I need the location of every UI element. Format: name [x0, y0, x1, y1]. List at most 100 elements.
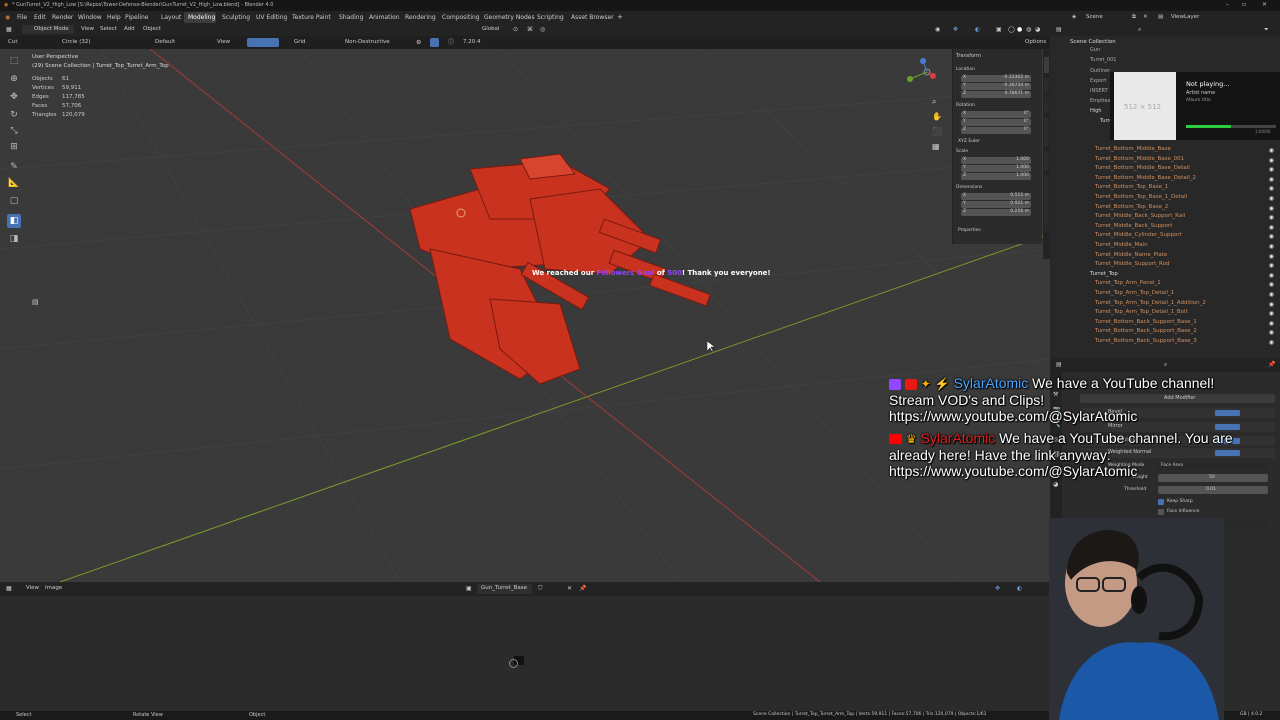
visibility-icon[interactable]: ◉	[935, 27, 940, 33]
visibility-eye-icon[interactable]: ◉	[1269, 253, 1274, 260]
tab-blenderkit[interactable]	[1044, 117, 1049, 147]
location-x-field[interactable]: X -0.12302 m	[961, 75, 1031, 82]
maximize-icon[interactable]: ▫	[1242, 2, 1246, 8]
visibility-eye-icon[interactable]: ◉	[1269, 243, 1274, 250]
outliner-object-row[interactable]: Turret_Middle_Main ◉	[1050, 242, 1280, 251]
keep-sharp-checkbox[interactable]	[1158, 499, 1164, 505]
scale-x-field[interactable]: X 1.000	[961, 157, 1031, 164]
snap-buttons[interactable]	[247, 38, 279, 47]
face-influence-checkbox[interactable]	[1158, 509, 1164, 515]
image-editor-type-icon[interactable]: ▦	[6, 586, 12, 592]
outliner-object-row[interactable]: Turret_Top_Arm_Top_Detail_1 ◉	[1050, 290, 1280, 299]
visibility-eye-icon[interactable]: ◉	[1269, 339, 1274, 346]
visibility-eye-icon[interactable]: ◉	[1269, 310, 1274, 317]
visibility-eye-icon[interactable]: ◉	[1269, 329, 1274, 336]
tab-asset-browser[interactable]: Asset Browser	[571, 15, 614, 21]
grid-toggle[interactable]: Grid	[294, 39, 306, 46]
xray-icon[interactable]: ▣	[996, 27, 1002, 33]
visibility-eye-icon[interactable]: ◉	[1269, 320, 1274, 327]
scene-icon[interactable]: ◈	[1072, 14, 1076, 21]
tab-screencast[interactable]	[1044, 175, 1049, 231]
shading-render-icon[interactable]: ◕	[1035, 27, 1040, 33]
tab-texture-paint[interactable]: Texture Paint	[292, 15, 331, 21]
visibility-eye-icon[interactable]: ◉	[1269, 205, 1274, 212]
outliner-item-export[interactable]: Export	[1090, 79, 1106, 84]
tab-rendering[interactable]: Rendering	[405, 15, 436, 21]
visibility-eye-icon[interactable]: ◉	[1269, 166, 1274, 173]
rotation-z-field[interactable]: Z 0°	[961, 127, 1031, 134]
blender-menu-icon[interactable]: ◉	[5, 15, 10, 21]
menu-file[interactable]: File	[17, 15, 27, 21]
delete-scene-icon[interactable]: ✕	[1143, 14, 1148, 21]
scale-y-field[interactable]: Y 1.000	[961, 165, 1031, 172]
visibility-eye-icon[interactable]: ◉	[1269, 195, 1274, 202]
properties-panel-title[interactable]: Properties	[958, 228, 981, 234]
visibility-eye-icon[interactable]: ◉	[1269, 147, 1274, 154]
image-fake-user-icon[interactable]: ⛉	[538, 586, 543, 592]
visibility-eye-icon[interactable]: ◉	[1269, 272, 1274, 279]
pan-hand-icon[interactable]: ✋	[932, 113, 942, 121]
menu-help[interactable]: Help	[107, 15, 121, 21]
image-menu-image[interactable]: Image	[45, 585, 62, 592]
outliner-object-row[interactable]: Turret_Top_Arm_Top_Detail_1_Addition_2 ◉	[1050, 300, 1280, 309]
tab-modeling[interactable]: Modeling	[188, 15, 215, 21]
menu-pipeline[interactable]: Pipeline	[125, 15, 148, 21]
image-gizmo-icon[interactable]: ✥	[995, 586, 1000, 592]
visibility-eye-icon[interactable]: ◉	[1269, 224, 1274, 231]
pivot-icon[interactable]: ⊙	[513, 27, 518, 33]
outliner-object-row[interactable]: Turret_Bottom_Back_Support_Base_2 ◉	[1050, 328, 1280, 337]
view-layer-select[interactable]: ViewLayer	[1171, 14, 1199, 21]
properties-type-icon[interactable]: ▤	[1056, 362, 1062, 368]
tab-shading[interactable]: Shading	[339, 15, 363, 21]
tool-cut[interactable]: Cut	[8, 39, 17, 46]
tab-animation[interactable]: Animation	[369, 15, 400, 21]
rotation-x-field[interactable]: X 0°	[961, 111, 1031, 118]
tab-scripting[interactable]: Scripting	[537, 15, 564, 21]
tab-tool[interactable]	[1044, 77, 1049, 93]
shading-solid-icon[interactable]: ●	[1017, 27, 1022, 33]
visibility-eye-icon[interactable]: ◉	[1269, 233, 1274, 240]
navigation-gizmo[interactable]: ⌕ ✋ ⬛ ▦	[900, 52, 945, 152]
outliner-item-empties[interactable]: Empties	[1090, 99, 1110, 104]
visibility-eye-icon[interactable]: ◉	[1269, 291, 1274, 298]
tab-uv-editing[interactable]: UV Editing	[256, 15, 287, 21]
dimensions-y-field[interactable]: Y 0.921 m	[961, 201, 1031, 208]
visibility-eye-icon[interactable]: ◉	[1269, 185, 1274, 192]
transform-panel-title[interactable]: Transform	[956, 54, 981, 59]
tab-layout[interactable]: Layout	[161, 15, 181, 21]
camera-icon[interactable]: ⬛	[932, 128, 942, 136]
add-cube-tool-icon[interactable]: ▢	[7, 194, 21, 208]
rotate-tool-icon[interactable]: ↻	[7, 108, 21, 122]
gizmo-icon[interactable]: ✥	[953, 27, 958, 33]
menu-object[interactable]: Object	[143, 26, 161, 33]
transform-tool-icon[interactable]: ⊞	[7, 140, 21, 154]
menu-view[interactable]: View	[81, 26, 94, 33]
outliner-object-row[interactable]: Turret_Bottom_Middle_Base_Detail_2 ◉	[1050, 175, 1280, 184]
ortho-grid-icon[interactable]: ▦	[932, 143, 940, 151]
sidebar-toggle-icon[interactable]: ▤	[32, 299, 39, 306]
minimize-icon[interactable]: –	[1226, 2, 1229, 8]
outliner-object-row[interactable]: Turret_Bottom_Back_Support_Base_1 ◉	[1050, 319, 1280, 328]
shading-wire-icon[interactable]: ◯	[1008, 27, 1015, 33]
visibility-eye-icon[interactable]: ◉	[1269, 262, 1274, 269]
scene-collection-label[interactable]: Scene Collection	[1070, 39, 1116, 46]
visibility-eye-icon[interactable]: ◉	[1269, 281, 1274, 288]
shading-material-icon[interactable]: ◍	[1026, 27, 1031, 33]
image-editor-canvas[interactable]	[0, 596, 1050, 711]
annotate-tool-icon[interactable]: ✎	[7, 160, 21, 174]
location-y-field[interactable]: Y -0.36734 m	[961, 83, 1031, 90]
scale-z-field[interactable]: Z 1.000	[961, 173, 1031, 180]
tab-item[interactable]	[1044, 57, 1049, 73]
rotation-mode-select[interactable]: XYZ Euler	[958, 139, 980, 145]
image-menu-view[interactable]: View	[26, 585, 39, 592]
measure-tool-icon[interactable]: 📐	[7, 176, 21, 190]
pause-toggle[interactable]	[430, 38, 439, 47]
new-scene-icon[interactable]: ⧉	[1132, 14, 1136, 21]
outliner-filter-icon[interactable]: ⏷	[1264, 27, 1269, 33]
outliner-object-row[interactable]: Turret_Bottom_Middle_Base ◉	[1050, 146, 1280, 155]
carver-tool-icon[interactable]: ◧	[7, 214, 21, 228]
tab-compositing[interactable]: Compositing	[442, 15, 480, 21]
scene-select[interactable]: Scene	[1086, 14, 1103, 21]
3d-viewport[interactable]: User Perspective (29) Scene Collection |…	[0, 49, 1050, 582]
outliner-object-row[interactable]: Turret_Top_Arm_Panel_1 ◉	[1050, 280, 1280, 289]
